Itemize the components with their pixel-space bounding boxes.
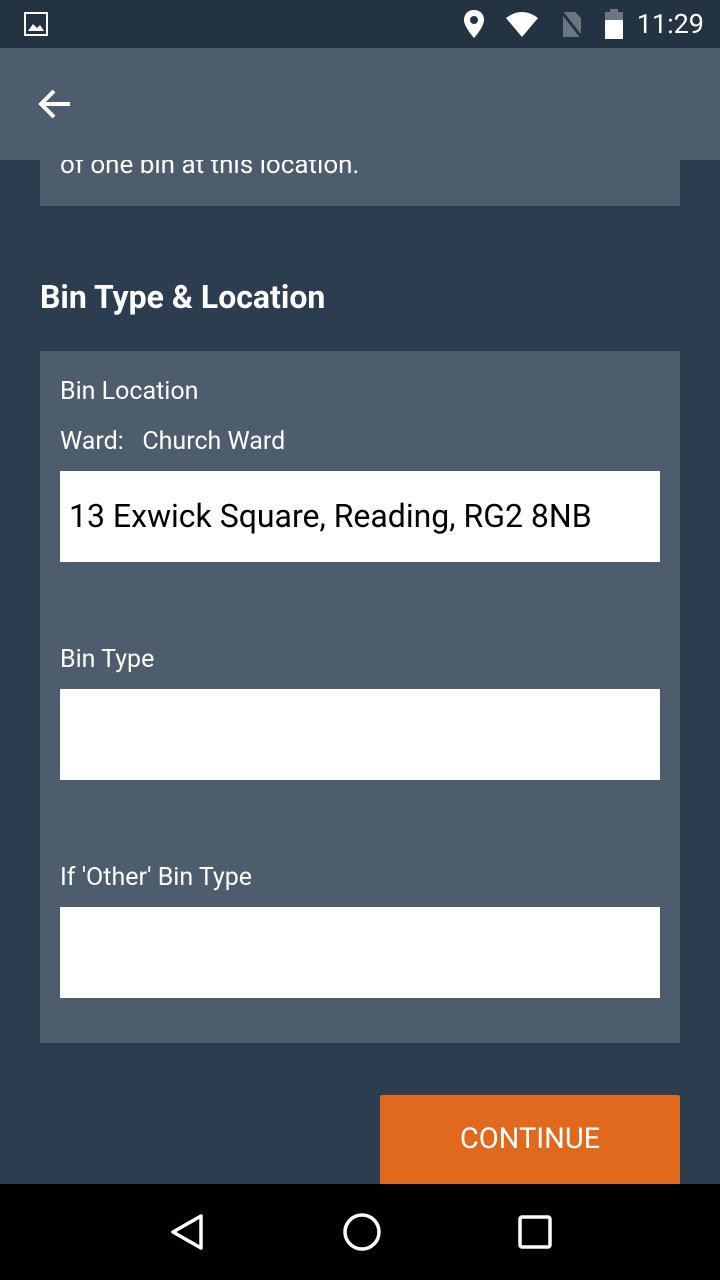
back-nav-icon[interactable]	[167, 1212, 207, 1252]
image-icon	[24, 12, 48, 36]
battery-icon	[604, 9, 623, 39]
home-icon[interactable]	[342, 1212, 382, 1252]
wifi-icon	[505, 12, 538, 37]
status-bar: 11:29	[0, 0, 720, 48]
ward-label: Ward:	[60, 427, 124, 456]
ward-row: Ward: Church Ward	[60, 427, 285, 456]
address-field[interactable]: 13 Exwick Square, Reading, RG2 8NB	[60, 471, 660, 562]
bin-type-label: Bin Type	[60, 645, 155, 674]
navigation-bar	[0, 1184, 720, 1280]
location-icon	[463, 10, 484, 38]
other-bin-type-label: If 'Other' Bin Type	[60, 863, 253, 892]
bin-type-field[interactable]	[60, 689, 660, 780]
bin-location-label: Bin Location	[60, 377, 199, 406]
section-title: Bin Type & Location	[40, 278, 326, 316]
recents-icon[interactable]	[517, 1214, 553, 1250]
no-sim-icon	[559, 10, 584, 39]
arrow-left-icon[interactable]	[36, 86, 76, 122]
clock: 11:29	[636, 8, 704, 40]
continue-button[interactable]: CONTINUE	[380, 1095, 680, 1190]
bin-form-card: Bin Location Ward: Church Ward 13 Exwick…	[40, 351, 680, 1043]
toolbar	[0, 48, 720, 160]
ward-value: Church Ward	[142, 427, 286, 456]
other-bin-type-field[interactable]	[60, 907, 660, 998]
